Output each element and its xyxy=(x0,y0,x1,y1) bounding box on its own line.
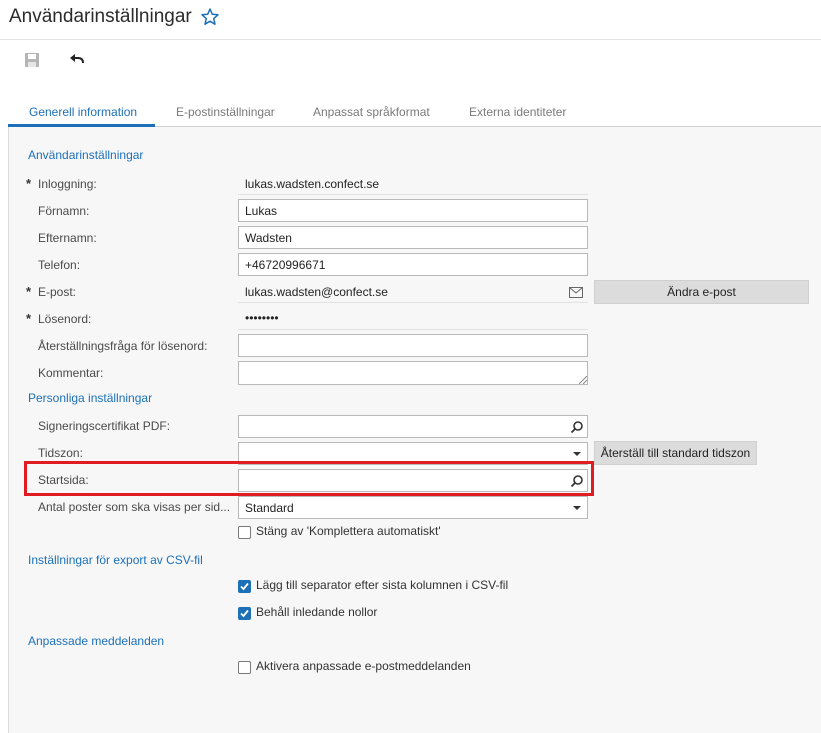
title-bar: Användarinställningar xyxy=(0,0,821,40)
comment-textarea[interactable] xyxy=(238,361,588,385)
form-panel: Användarinställningar * Inloggning: luka… xyxy=(8,127,821,733)
email-value: lukas.wadsten@confect.se xyxy=(245,285,388,299)
checkmark-icon xyxy=(240,582,249,591)
checkmark-icon xyxy=(240,609,249,618)
keep-leading-zeros-checkbox[interactable] xyxy=(238,607,251,620)
rows-per-page-label: Antal poster som ska visas per sid... xyxy=(38,500,231,514)
required-marker: * xyxy=(26,311,32,326)
last-name-input[interactable] xyxy=(238,226,588,249)
chevron-down-icon[interactable] xyxy=(570,447,584,461)
tab-general-information[interactable]: Generell information xyxy=(29,105,137,119)
section-title-user-settings: Användarinställningar xyxy=(28,148,144,162)
change-email-button[interactable]: Ändra e-post xyxy=(594,280,809,304)
password-underline xyxy=(238,329,588,330)
disable-autocomplete-checkbox[interactable] xyxy=(238,526,251,539)
highlight-frame xyxy=(24,461,594,496)
password-label: Lösenord: xyxy=(38,312,92,326)
login-underline xyxy=(238,194,588,195)
undo-icon[interactable] xyxy=(68,51,86,69)
tab-email-settings[interactable]: E-postinställningar xyxy=(176,105,275,119)
first-name-label: Förnamn: xyxy=(38,204,90,218)
enable-custom-emails-checkbox[interactable] xyxy=(238,661,251,674)
section-title-custom-messages: Anpassade meddelanden xyxy=(28,634,165,648)
phone-label: Telefon: xyxy=(38,258,81,272)
pdf-certificate-label: Signeringscertifikat PDF: xyxy=(38,419,171,433)
reset-question-input[interactable] xyxy=(238,334,588,357)
first-name-input[interactable] xyxy=(238,199,588,222)
tab-bar: Generell information E-postinställningar… xyxy=(8,100,821,127)
keep-leading-zeros-label: Behåll inledande nollor xyxy=(256,605,378,619)
reset-timezone-button[interactable]: Återställ till standard tidszon xyxy=(594,441,757,465)
save-icon[interactable] xyxy=(23,51,41,69)
password-value: •••••••• xyxy=(245,311,279,325)
disable-autocomplete-label: Stäng av 'Komplettera automatiskt' xyxy=(256,524,441,538)
tab-external-identities[interactable]: Externa identiteter xyxy=(469,105,566,119)
login-label: Inloggning: xyxy=(38,177,97,191)
enable-custom-emails-label: Aktivera anpassade e-postmeddelanden xyxy=(256,659,471,673)
login-value: lukas.wadsten.confect.se xyxy=(245,177,380,191)
reset-question-label: Återställningsfråga för lösenord: xyxy=(38,339,208,353)
email-underline xyxy=(238,302,588,303)
required-marker: * xyxy=(26,284,32,299)
envelope-icon[interactable] xyxy=(569,287,583,298)
page-title: Användarinställningar xyxy=(9,6,192,27)
add-separator-checkbox[interactable] xyxy=(238,580,251,593)
search-icon[interactable] xyxy=(570,420,584,434)
required-marker: * xyxy=(26,176,32,191)
comment-label: Kommentar: xyxy=(38,366,104,380)
add-separator-label: Lägg till separator efter sista kolumnen… xyxy=(256,578,509,592)
pdf-certificate-input[interactable] xyxy=(238,415,588,438)
timezone-label: Tidszon: xyxy=(38,446,83,460)
email-label: E-post: xyxy=(38,285,77,299)
section-title-personal-settings: Personliga inställningar xyxy=(28,391,153,405)
chevron-down-icon[interactable] xyxy=(570,501,584,515)
rows-per-page-select[interactable]: Standard xyxy=(238,496,588,519)
last-name-label: Efternamn: xyxy=(38,231,97,245)
star-outline-icon[interactable] xyxy=(200,7,220,27)
phone-input[interactable] xyxy=(238,253,588,276)
tab-custom-language-format[interactable]: Anpassat språkformat xyxy=(313,105,430,119)
section-title-csv-settings: Inställningar för export av CSV-fil xyxy=(28,553,203,567)
resize-handle-icon[interactable] xyxy=(579,376,587,384)
